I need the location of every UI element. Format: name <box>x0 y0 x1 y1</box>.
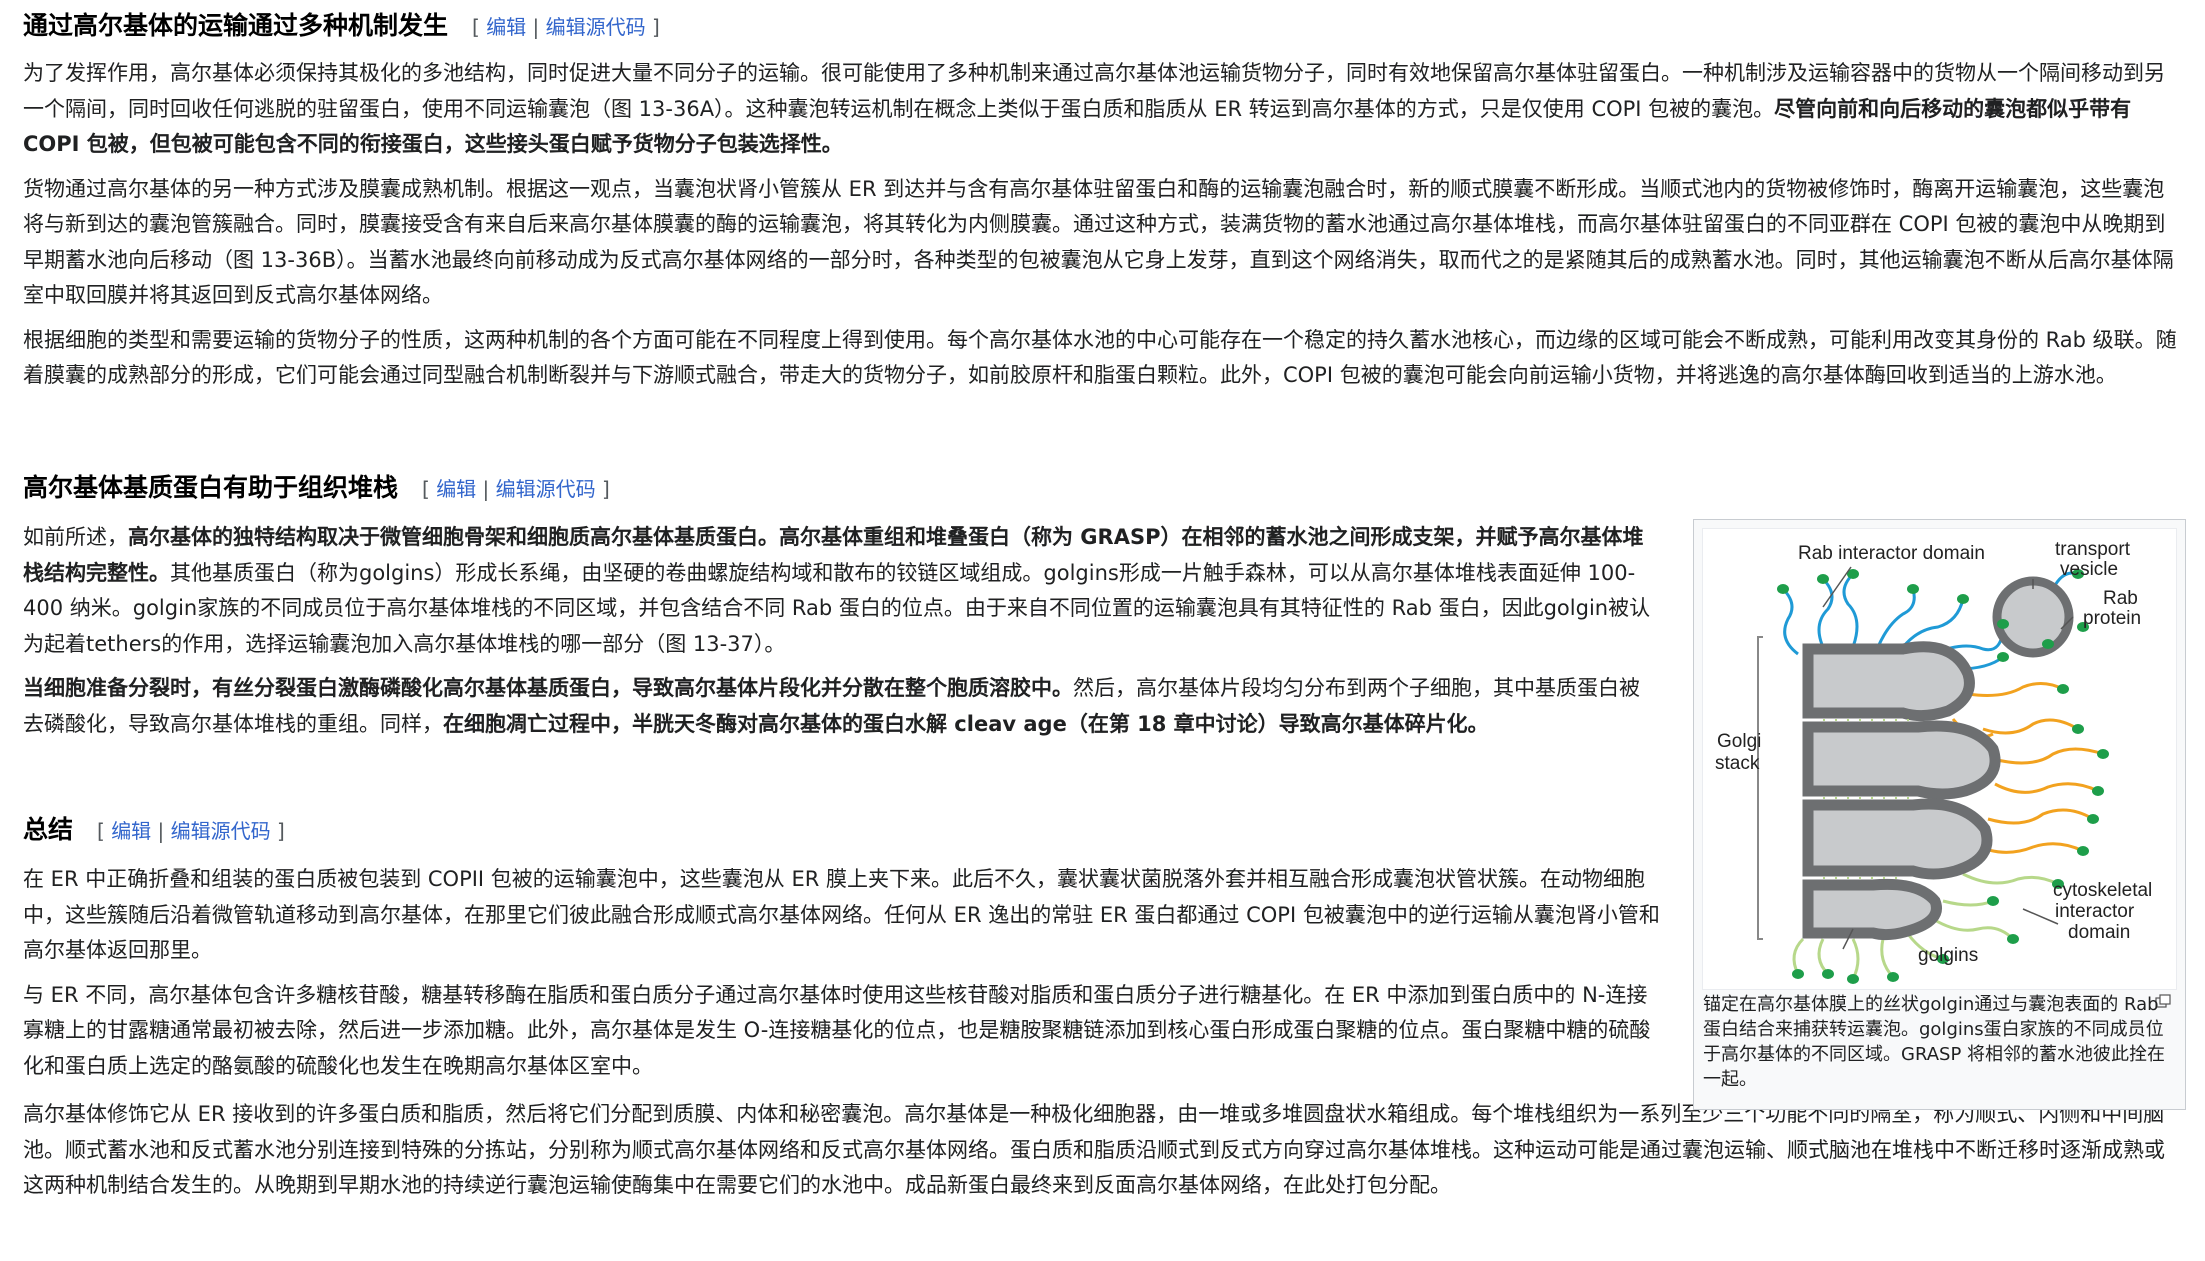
rab-protein <box>2092 786 2104 796</box>
label-rab-interactor: Rab interactor domain <box>1798 543 1985 564</box>
label-cytoskeletal: cytoskeletal <box>2053 880 2152 901</box>
paragraph: 与 ER 不同，高尔基体包含许多糖核苷酸，糖基转移酶在脂质和蛋白质分子通过高尔基… <box>23 978 1663 1085</box>
rab-protein <box>2097 749 2109 759</box>
golgin-filament <box>1880 938 1895 979</box>
golgin-filament <box>1851 938 1860 980</box>
rab-protein <box>1907 584 1919 594</box>
golgin-filament <box>1982 718 2079 735</box>
rab-protein <box>2057 684 2069 694</box>
golgin-filament <box>1994 782 2099 794</box>
label-golgi: Golgi <box>1717 731 1761 752</box>
label-stack: stack <box>1715 753 1760 774</box>
golgi-cisterna <box>1802 798 1993 880</box>
edit-links: [ 编辑 | 编辑源代码 ] <box>422 477 610 501</box>
golgin-filament <box>1992 747 2104 765</box>
golgin-filament <box>1792 937 1805 975</box>
text-run: 与 ER 不同，高尔基体包含许多糖核苷酸，糖基转移酶在脂质和蛋白质分子通过高尔基… <box>23 982 1651 1078</box>
article-page: { "sections": [ { "heading": "通过高尔基体的运输通… <box>0 0 2205 1261</box>
paragraph: 在 ER 中正确折叠和组装的蛋白质被包装到 COPII 包被的运输囊泡中，这些囊… <box>23 862 1663 969</box>
section-body: 为了发挥作用，高尔基体必须保持其极化的多池结构，同时促进大量不同分子的运输。很可… <box>23 56 2185 394</box>
golgin-filament <box>1932 917 2015 941</box>
rab-protein <box>1847 974 1859 984</box>
edit-links: [ 编辑 | 编辑源代码 ] <box>472 15 660 39</box>
golgin-filament <box>1781 587 1799 656</box>
rab-protein <box>2072 724 2084 734</box>
section-heading-matrix: 高尔基体基质蛋白有助于组织堆栈 [ 编辑 | 编辑源代码 ] <box>23 470 610 506</box>
label-interactor: interactor <box>2055 901 2135 922</box>
text-run: 如前所述， <box>23 525 128 549</box>
section-title: 总结 <box>23 815 74 844</box>
golgin-filament <box>1817 577 1834 648</box>
section-title: 高尔基体基质蛋白有助于组织堆栈 <box>23 473 399 502</box>
rab-protein <box>1792 969 1804 979</box>
transport-vesicle <box>1992 576 2074 658</box>
rab-protein <box>1777 584 1789 594</box>
golgi-cisterna <box>1802 720 2001 800</box>
label-vesicle: vesicle <box>2060 559 2118 580</box>
figure-thumbnail: Rab interactor domain transport vesicle … <box>1693 519 2186 1110</box>
edit-link[interactable]: 编辑 <box>436 477 476 501</box>
golgin-filament <box>1962 872 2059 886</box>
edit-link[interactable]: 编辑 <box>111 819 151 843</box>
label-protein: protein <box>2083 608 2141 629</box>
rab-protein <box>2077 846 2089 856</box>
label-transport: transport <box>2055 539 2131 560</box>
rab-protein <box>1822 969 1834 979</box>
golgi-stack-bracket <box>1757 636 1763 940</box>
label-domain: domain <box>2068 922 2130 943</box>
rab-protein <box>1997 619 2009 629</box>
rab-protein <box>1817 574 1829 584</box>
text-run: 在 ER 中正确折叠和组装的蛋白质被包装到 COPII 包被的运输囊泡中，这些囊… <box>23 867 1660 962</box>
text-run: 根据细胞的类型和需要运输的货物分子的性质，这两种机制的各个方面可能在不同程度上得… <box>23 327 2177 388</box>
text-run: 高尔基体修饰它从 ER 接收到的许多蛋白质和脂质，然后将它们分配到质膜、内体和秘… <box>23 1102 2165 1197</box>
edit-links: [ 编辑 | 编辑源代码 ] <box>97 819 285 843</box>
golgi-illustration: Rab interactor domain transport vesicle … <box>1715 539 2152 984</box>
section-body-continued: 高尔基体修饰它从 ER 接收到的许多蛋白质和脂质，然后将它们分配到质膜、内体和秘… <box>23 1097 2185 1204</box>
bold-text-run: 当细胞准备分裂时，有丝分裂蛋白激酶磷酸化高尔基体基质蛋白，导致高尔基体片段化并分… <box>23 676 1073 700</box>
golgi-cisterna <box>1802 878 1942 941</box>
golgin-filament <box>1842 572 1859 648</box>
golgin-filament <box>1967 682 2064 697</box>
figure-caption: 锚定在高尔基体膜上的丝状golgin通过与囊泡表面的 Rab 蛋白结合来捕获转运… <box>1703 994 2166 1090</box>
rab-protein <box>1887 972 1899 982</box>
golgi-diagram[interactable]: Rab interactor domain transport vesicle … <box>1702 528 2177 990</box>
bold-text-run: 在细胞凋亡过程中，半胱天冬酶对高尔基体的蛋白水解 cleav age（在第 18… <box>443 711 1489 736</box>
golgi-cisterna <box>1802 641 1975 722</box>
edit-source-link[interactable]: 编辑源代码 <box>171 819 271 843</box>
label-golgins: golgins <box>1918 945 1978 966</box>
paragraph: 如前所述，高尔基体的独特结构取决于微管细胞骨架和细胞质高尔基体基质蛋白。高尔基体… <box>23 520 1653 662</box>
golgin-filament <box>1817 938 1830 976</box>
section-heading-summary: 总结 [ 编辑 | 编辑源代码 ] <box>23 812 285 848</box>
text-run: 货物通过高尔基体的另一种方式涉及膜囊成熟机制。根据这一观点，当囊泡状肾小管簇从 … <box>23 176 2174 308</box>
edit-source-link[interactable]: 编辑源代码 <box>546 15 646 39</box>
section-title: 通过高尔基体的运输通过多种机制发生 <box>23 11 449 40</box>
paragraph: 根据细胞的类型和需要运输的货物分子的性质，这两种机制的各个方面可能在不同程度上得… <box>23 323 2185 394</box>
paragraph: 为了发挥作用，高尔基体必须保持其极化的多池结构，同时促进大量不同分子的运输。很可… <box>23 56 2185 163</box>
rab-protein <box>1987 896 1999 906</box>
label-rab: Rab <box>2103 588 2138 609</box>
section-body: 如前所述，高尔基体的独特结构取决于微管细胞骨架和细胞质高尔基体基质蛋白。高尔基体… <box>23 520 1653 742</box>
section-heading-transport: 通过高尔基体的运输通过多种机制发生 [ 编辑 | 编辑源代码 ] <box>23 8 660 44</box>
rab-protein <box>1997 652 2009 662</box>
edit-link[interactable]: 编辑 <box>486 15 526 39</box>
edit-source-link[interactable]: 编辑源代码 <box>496 477 596 501</box>
golgin-filament <box>1942 899 1994 907</box>
text-run: 其他基质蛋白（称为golgins）形成长系绳，由坚硬的卷曲螺旋结构域和散布的铰链… <box>23 560 1651 656</box>
golgin-filament <box>1987 808 2094 825</box>
rab-protein <box>2087 814 2099 824</box>
golgin-filament <box>1876 588 1916 648</box>
rab-protein <box>2042 639 2054 649</box>
paragraph: 货物通过高尔基体的另一种方式涉及膜囊成熟机制。根据这一观点，当囊泡状肾小管簇从 … <box>23 172 2185 314</box>
paragraph: 高尔基体修饰它从 ER 接收到的许多蛋白质和脂质，然后将它们分配到质膜、内体和秘… <box>23 1097 2185 1204</box>
rab-protein <box>1957 594 1969 604</box>
rab-protein <box>2007 934 2019 944</box>
section-body: 在 ER 中正确折叠和组装的蛋白质被包装到 COPII 包被的运输囊泡中，这些囊… <box>23 862 1663 1093</box>
paragraph: 当细胞准备分裂时，有丝分裂蛋白激酶磷酸化高尔基体基质蛋白，导致高尔基体片段化并分… <box>23 671 1653 742</box>
